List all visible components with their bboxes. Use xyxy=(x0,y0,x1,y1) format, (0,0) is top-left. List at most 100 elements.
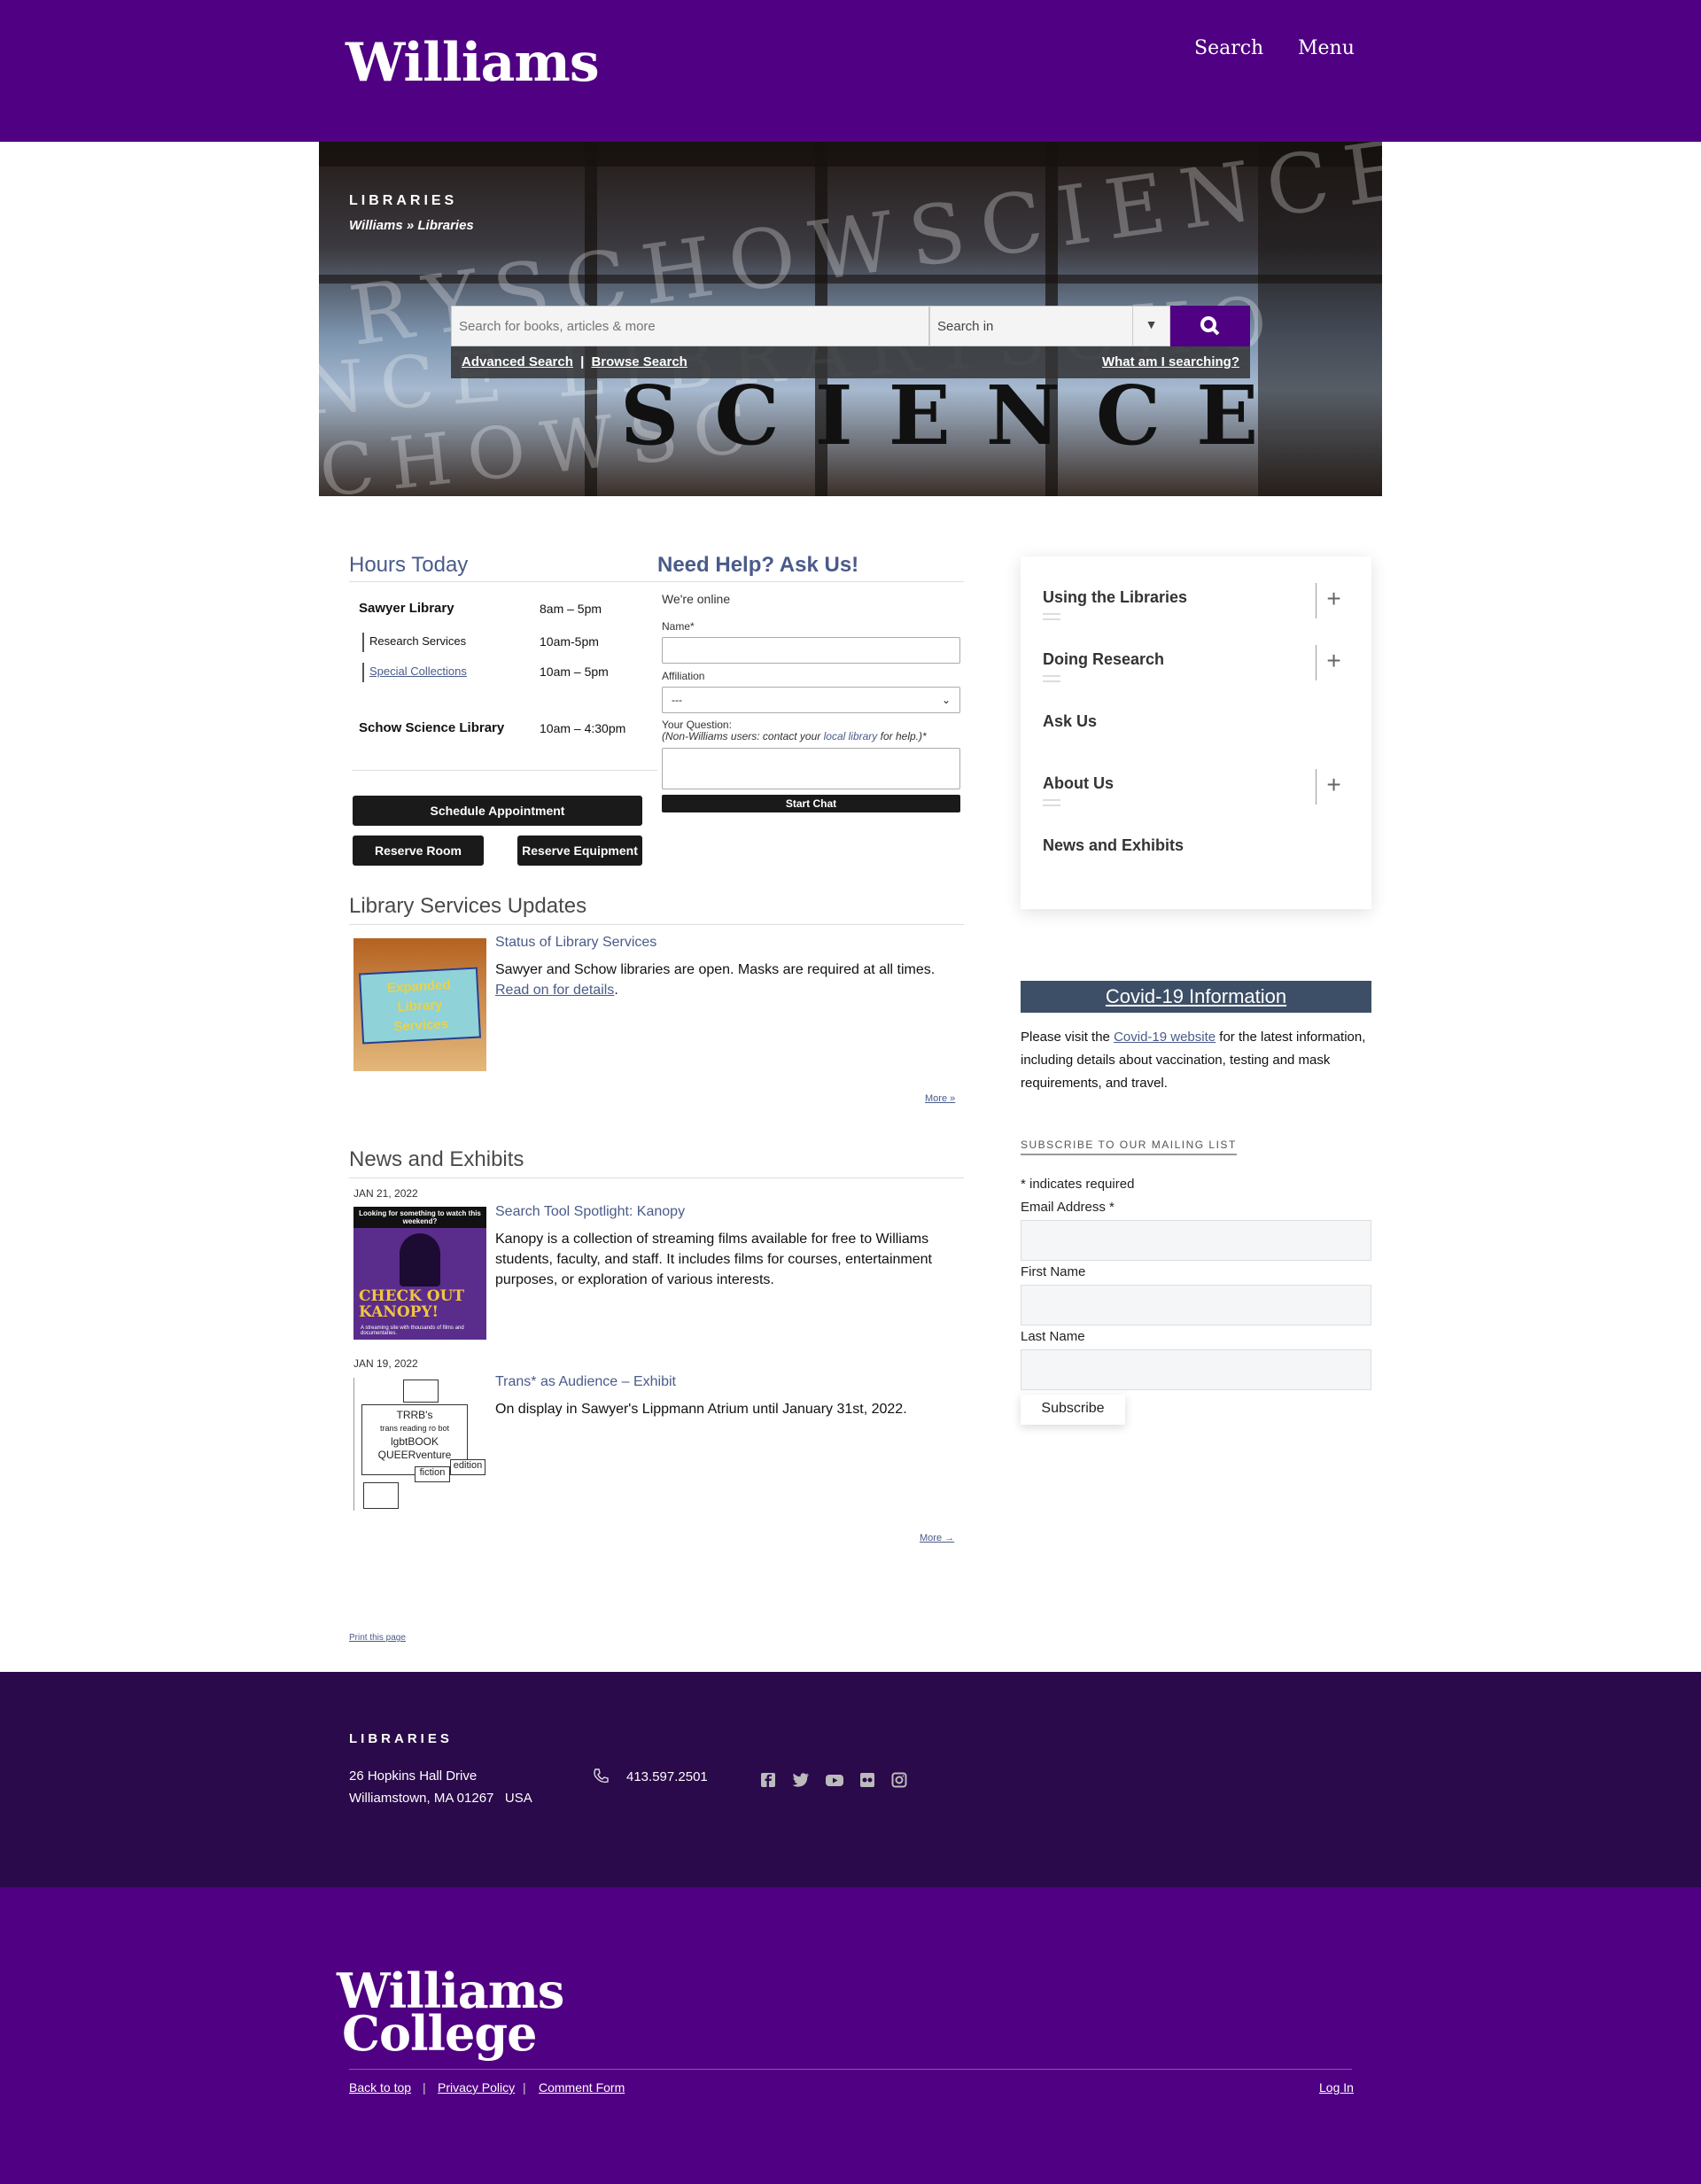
chat-question-textarea[interactable] xyxy=(662,748,960,789)
header-search-link[interactable]: Search xyxy=(1194,37,1263,59)
hours-row-name: Sawyer Library xyxy=(359,601,454,616)
news-item-body: Kanopy is a collection of streaming film… xyxy=(495,1232,932,1287)
trrb-image-text: fiction xyxy=(415,1466,450,1482)
post-title-link[interactable]: Status of Library Services xyxy=(495,935,656,951)
nav-news-exhibits[interactable]: News and Exhibits xyxy=(1043,836,1184,855)
subscribe-title: SUBSCRIBE TO OUR MAILING LIST xyxy=(1021,1139,1237,1155)
hours-row-name: Research Services xyxy=(362,633,466,652)
plus-icon[interactable]: + xyxy=(1316,645,1351,680)
logo-line: College xyxy=(342,2005,538,2062)
last-name-label: Last Name xyxy=(1021,1329,1085,1344)
robot-arm xyxy=(363,1482,399,1509)
link-separator: | xyxy=(423,2080,426,2095)
first-name-label: First Name xyxy=(1021,1264,1086,1279)
facebook-icon[interactable] xyxy=(758,1772,778,1790)
reserve-equipment-button[interactable]: Reserve Equipment xyxy=(517,836,642,866)
news-more-link[interactable]: More → xyxy=(920,1533,954,1543)
nav-doing-research[interactable]: Doing Research xyxy=(1043,650,1164,669)
schedule-appointment-button[interactable]: Schedule Appointment xyxy=(353,796,642,826)
back-to-top-link[interactable]: Back to top xyxy=(349,2080,411,2095)
news-item-title-link[interactable]: Search Tool Spotlight: Kanopy xyxy=(495,1204,685,1220)
chat-status: We're online xyxy=(662,592,731,606)
footer-divider xyxy=(349,2069,1352,2070)
post-body: Sawyer and Schow libraries are open. Mas… xyxy=(495,960,965,1000)
email-field[interactable] xyxy=(1021,1220,1371,1261)
comment-form-link[interactable]: Comment Form xyxy=(539,2080,625,2095)
email-label: Email Address * xyxy=(1021,1200,1115,1215)
plus-icon[interactable]: + xyxy=(1316,583,1351,618)
covid-info-heading[interactable]: Covid-19 Information xyxy=(1021,981,1371,1013)
post-body-text: . xyxy=(614,983,618,998)
trrb-image[interactable]: TRRB's trans reading ro bot lgbtBOOK QUE… xyxy=(353,1378,486,1511)
updates-title: Library Services Updates xyxy=(349,894,964,925)
williams-logo[interactable]: Williams xyxy=(346,32,600,94)
last-name-field[interactable] xyxy=(1021,1349,1371,1390)
footer-phone-link[interactable]: 413.597.2501 xyxy=(626,1769,708,1784)
menu-lines-icon xyxy=(1043,613,1060,620)
covid-website-link[interactable]: Covid-19 website xyxy=(1114,1030,1216,1045)
subscribe-button[interactable]: Subscribe xyxy=(1021,1395,1125,1425)
divider xyxy=(352,770,657,771)
trrb-image-text: trans reading ro bot xyxy=(379,1424,450,1433)
what-am-i-searching-link[interactable]: What am I searching? xyxy=(1102,354,1239,369)
plus-icon[interactable]: + xyxy=(1316,769,1351,804)
reserve-room-button[interactable]: Reserve Room xyxy=(353,836,484,866)
nav-about-us[interactable]: About Us xyxy=(1043,774,1114,793)
youtube-icon[interactable] xyxy=(825,1772,844,1790)
covid-text: Please visit the xyxy=(1021,1030,1115,1045)
chat-name-input[interactable] xyxy=(662,637,960,664)
special-collections-link[interactable]: Special Collections xyxy=(362,663,467,682)
hours-row-time: 10am – 5pm xyxy=(540,665,609,679)
twitter-icon[interactable] xyxy=(791,1772,811,1790)
local-library-link[interactable]: local library xyxy=(824,730,878,742)
covid-info-text: Please visit the Covid-19 website for th… xyxy=(1021,1026,1371,1095)
question-note-text: for help.)* xyxy=(877,730,927,742)
trrb-image-text: edition xyxy=(450,1459,485,1475)
breadcrumb[interactable]: Williams » Libraries xyxy=(349,218,474,233)
news-date: JAN 19, 2022 xyxy=(353,1357,418,1370)
advanced-search-link[interactable]: Advanced Search xyxy=(462,354,573,369)
hours-row-name: Schow Science Library xyxy=(359,720,505,735)
link-separator: | xyxy=(523,2080,526,2095)
affiliation-select[interactable]: --- ⌄ xyxy=(662,687,960,713)
updates-more-link[interactable]: More » xyxy=(925,1093,955,1104)
read-more-link[interactable]: Read on for details xyxy=(495,983,614,998)
start-chat-button[interactable]: Start Chat xyxy=(662,795,960,812)
caret-down-icon[interactable]: ▼ xyxy=(1132,307,1169,346)
flickr-icon[interactable] xyxy=(858,1772,877,1790)
ask-us-panel: Need Help? Ask Us! xyxy=(657,553,964,582)
affiliation-label: Affiliation xyxy=(662,670,705,682)
news-date: JAN 21, 2022 xyxy=(353,1187,418,1200)
hours-title: Hours Today xyxy=(349,553,657,582)
header-menu-link[interactable]: Menu xyxy=(1298,37,1355,59)
nav-ask-us[interactable]: Ask Us xyxy=(1043,712,1097,731)
news-item-title-link[interactable]: Trans* as Audience – Exhibit xyxy=(495,1374,676,1390)
first-name-field[interactable] xyxy=(1021,1285,1371,1325)
nav-using-libraries[interactable]: Using the Libraries xyxy=(1043,588,1187,607)
trrb-image-text: TRRB's xyxy=(396,1409,433,1421)
williams-college-logo[interactable]: Williams College xyxy=(337,1967,564,2062)
section-nav-accordion: Using the Libraries + Doing Research + A… xyxy=(1021,556,1371,909)
ask-us-title: Need Help? Ask Us! xyxy=(657,553,964,582)
question-note: (Non-Williams users: contact your local … xyxy=(662,730,927,742)
catalog-search-input[interactable] xyxy=(451,306,929,346)
updates-image[interactable]: Expanded Library Services xyxy=(353,938,486,1071)
log-in-link[interactable]: Log In xyxy=(1319,2080,1354,2095)
question-label: Your Question: xyxy=(662,719,732,731)
menu-lines-icon xyxy=(1043,799,1060,806)
hours-row-time: 8am – 5pm xyxy=(540,602,602,616)
search-scope-label: Search in xyxy=(937,319,994,334)
footer-address-line: 26 Hopkins Hall Drive xyxy=(349,1768,478,1784)
search-icon xyxy=(1199,316,1222,343)
privacy-policy-link[interactable]: Privacy Policy xyxy=(438,2080,515,2095)
kanopy-image[interactable]: Looking for something to watch this week… xyxy=(353,1207,486,1340)
question-note-text: (Non-Williams users: contact your xyxy=(662,730,824,742)
phone-icon xyxy=(592,1768,610,1790)
search-scope-select[interactable]: Search in ▼ xyxy=(929,306,1170,346)
browse-search-link[interactable]: Browse Search xyxy=(591,354,687,369)
instagram-icon[interactable] xyxy=(889,1772,909,1790)
link-separator: | xyxy=(580,354,585,369)
chevron-down-icon: ⌄ xyxy=(941,694,951,706)
search-submit-button[interactable] xyxy=(1170,306,1250,346)
print-page-link[interactable]: Print this page xyxy=(349,1633,406,1643)
